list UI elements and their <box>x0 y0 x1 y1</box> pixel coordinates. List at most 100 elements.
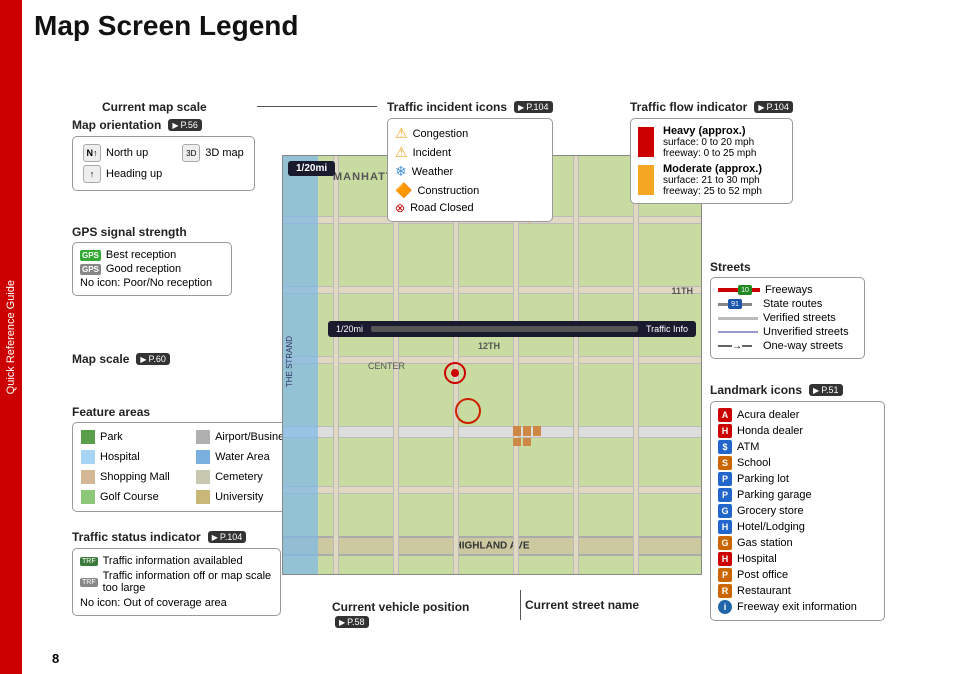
north-up-section: N↑ North up ↑ Heading up <box>83 142 162 185</box>
freeway-exit-icon: i <box>718 600 732 614</box>
street-verified: Verified streets <box>718 312 857 324</box>
landmark-icons-section: Landmark icons P.51 A Acura dealer H Hon… <box>710 383 885 621</box>
feature-golf: Golf Course <box>81 490 180 504</box>
landmark-restaurant: R Restaurant <box>718 584 877 598</box>
hospital-icon: H <box>718 552 732 566</box>
congestion-icon: ⚠ <box>395 125 408 142</box>
landmark-acura: A Acura dealer <box>718 408 877 422</box>
heavy-color-bar <box>638 127 654 157</box>
map-scale-ref[interactable]: P.60 <box>136 353 170 365</box>
map-buildings <box>513 426 541 446</box>
landmark-gas: G Gas station <box>718 536 877 550</box>
traffic-flow-ref[interactable]: P.104 <box>754 101 793 113</box>
page-number: 8 <box>52 651 59 666</box>
feature-shopping: Shopping Mall <box>81 470 180 484</box>
street-freeway: 10 Freeways <box>718 284 857 296</box>
landmark-icons-ref[interactable]: P.51 <box>809 384 843 396</box>
landmark-post: P Post office <box>718 568 877 582</box>
landmark-hotel: H Hotel/Lodging <box>718 520 877 534</box>
road-closed-icon: ⊗ <box>395 201 405 215</box>
map-center-label: CENTER <box>368 361 405 371</box>
map-roundabout <box>453 396 483 426</box>
traffic-avail-icon: TRF <box>80 557 98 566</box>
streets-box: 10 Freeways 91 State routes Verified str… <box>710 277 865 359</box>
feature-areas-section: Feature areas Park Airport/Business Hosp… <box>72 405 304 512</box>
side-tab: Quick Reference Guide <box>0 0 22 674</box>
heading-up-icon: ↑ <box>83 165 101 183</box>
side-tab-label: Quick Reference Guide <box>5 280 17 394</box>
gps-best-icon: GPS <box>80 250 101 261</box>
gas-icon: G <box>718 536 732 550</box>
traffic-incident-section: Traffic incident icons P.104 ⚠Congestion… <box>387 100 553 222</box>
traffic-status-box: TRF Traffic information availabled TRF T… <box>72 548 281 616</box>
incident-icon: ⚠ <box>395 144 408 161</box>
map-traffic-label: Traffic Info <box>646 324 688 334</box>
street-state: 91 State routes <box>718 298 857 310</box>
current-street-name-label: Current street name <box>520 590 639 620</box>
feature-areas-box: Park Airport/Business Hospital Water Are… <box>72 422 304 512</box>
traffic-status-ref[interactable]: P.104 <box>208 531 247 543</box>
map-traffic-bar: 1/20mi Traffic Info <box>328 321 696 337</box>
street-unverified: Unverified streets <box>718 326 857 338</box>
map-strand-label: THE STRAND <box>285 336 294 387</box>
parking-lot-icon: P <box>718 472 732 486</box>
map-vehicle-icon <box>443 361 467 385</box>
landmark-atm: $ ATM <box>718 440 877 454</box>
landmark-parking-lot: P Parking lot <box>718 472 877 486</box>
feature-university: University <box>196 490 295 504</box>
landmark-hospital: H Hospital <box>718 552 877 566</box>
map-12th-label: 12TH <box>478 341 500 351</box>
north-up-icon: N↑ <box>83 144 101 162</box>
feature-water: Water Area <box>196 450 295 464</box>
map-street-v1 <box>333 156 339 574</box>
landmark-school: S School <box>718 456 877 470</box>
moderate-color-bar <box>638 165 654 195</box>
gps-signal-box: GPS Best reception GPS Good reception No… <box>72 242 232 296</box>
gps-signal-section: GPS signal strength GPS Best reception G… <box>72 225 232 296</box>
current-map-scale-label: Current map scale <box>102 100 207 114</box>
map-orientation-ref[interactable]: P.56 <box>168 119 202 131</box>
honda-icon: H <box>718 424 732 438</box>
map-11th-label: 11TH <box>671 286 693 296</box>
landmark-honda: H Honda dealer <box>718 424 877 438</box>
three-d-icon: 3D <box>182 144 200 162</box>
construction-icon: 🔶 <box>395 182 412 199</box>
acura-icon: A <box>718 408 732 422</box>
grocery-icon: G <box>718 504 732 518</box>
traffic-off-icon: TRF <box>80 578 98 587</box>
restaurant-icon: R <box>718 584 732 598</box>
school-icon: S <box>718 456 732 470</box>
traffic-flow-section: Traffic flow indicator P.104 Heavy (appr… <box>630 100 793 204</box>
map-scale-bar: 1/20mi <box>288 161 335 176</box>
feature-cemetery: Cemetery <box>196 470 295 484</box>
map-orientation-section: Map orientation P.56 N↑ North up ↑ Headi… <box>72 118 255 191</box>
feature-park: Park <box>81 430 180 444</box>
landmark-parking-garage: P Parking garage <box>718 488 877 502</box>
weather-icon: ❄ <box>395 163 407 180</box>
vehicle-pos-ref[interactable]: P.58 <box>335 616 369 628</box>
map-scale-section: Map scale P.60 <box>72 352 170 366</box>
traffic-status-section: Traffic status indicator P.104 TRF Traff… <box>72 530 281 616</box>
map-orientation-box: N↑ North up ↑ Heading up 3D 3D map <box>72 136 255 191</box>
main-content: Map Screen Legend Current map scale Map … <box>22 0 954 674</box>
traffic-flow-box: Heavy (approx.) surface: 0 to 20 mph fre… <box>630 118 793 204</box>
map-street-v5 <box>573 156 579 574</box>
traffic-incident-box: ⚠Congestion ⚠Incident ❄Weather 🔶Construc… <box>387 118 553 222</box>
parking-garage-icon: P <box>718 488 732 502</box>
three-d-map-section: 3D 3D map <box>182 142 244 185</box>
page-title: Map Screen Legend <box>34 10 944 42</box>
landmark-freeway-exit: i Freeway exit information <box>718 600 877 614</box>
landmark-grocery: G Grocery store <box>718 504 877 518</box>
hotel-icon: H <box>718 520 732 534</box>
map-street-v6 <box>633 156 639 574</box>
vehicle-position-label: Current vehicle position P.58 <box>332 600 469 628</box>
post-icon: P <box>718 568 732 582</box>
feature-hospital: Hospital <box>81 450 180 464</box>
traffic-incident-ref[interactable]: P.104 <box>514 101 553 113</box>
landmark-icons-box: A Acura dealer H Honda dealer $ ATM S Sc… <box>710 401 885 621</box>
map-progress-bar <box>371 326 638 332</box>
feature-airport: Airport/Business <box>196 430 295 444</box>
street-oneway: → One-way streets <box>718 340 857 352</box>
map-scale-text: 1/20mi <box>336 324 363 334</box>
streets-section: Streets 10 Freeways 91 State routes <box>710 260 865 359</box>
